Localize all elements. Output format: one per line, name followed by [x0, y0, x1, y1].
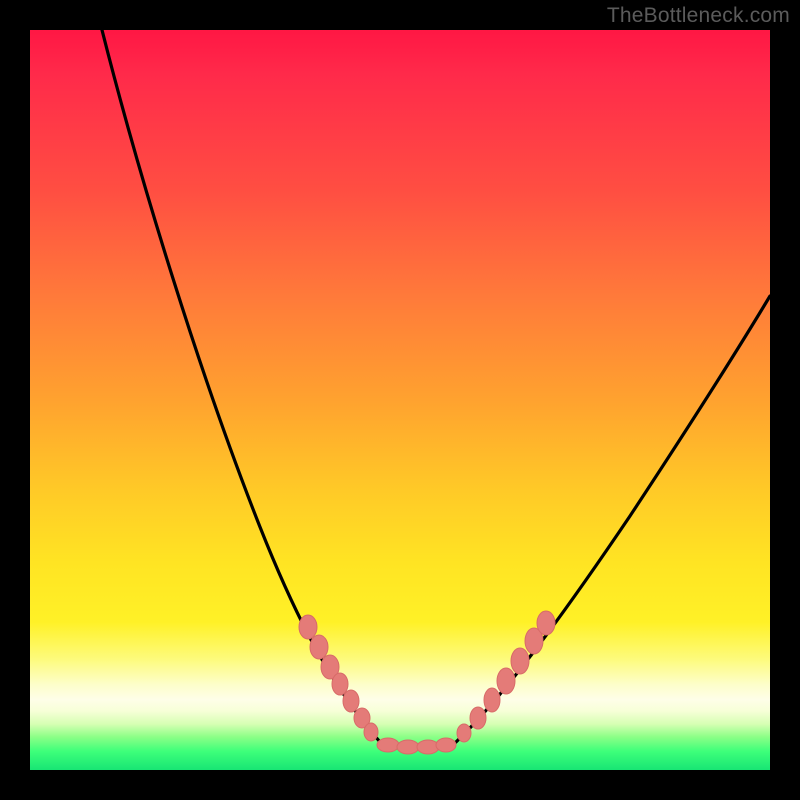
bottleneck-curve [30, 30, 770, 770]
watermark-text: TheBottleneck.com [607, 4, 790, 28]
markers-right [457, 611, 555, 742]
markers-bottom [377, 738, 456, 754]
chart-frame: TheBottleneck.com [0, 0, 800, 800]
markers-left [299, 615, 378, 741]
curve-path [102, 30, 770, 748]
plot-area [30, 30, 770, 770]
